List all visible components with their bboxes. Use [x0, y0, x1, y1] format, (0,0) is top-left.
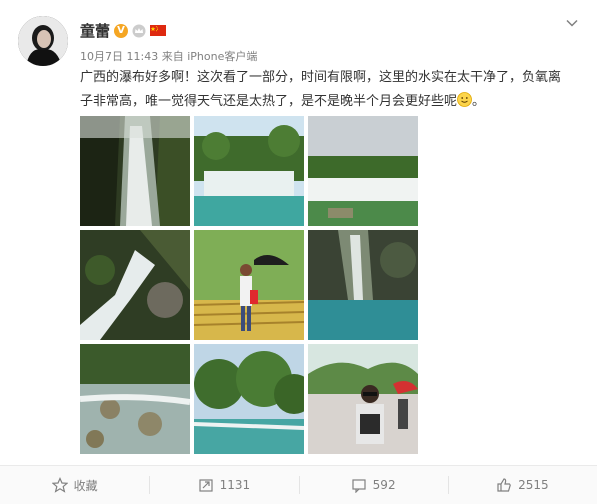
smile-emoji-icon [457, 92, 472, 107]
post-source[interactable]: iPhone客户端 [187, 50, 257, 63]
photo-thumbnail[interactable] [80, 230, 190, 340]
star-icon [51, 477, 68, 493]
comment-count: 592 [372, 478, 396, 492]
author-name[interactable]: 童蕾 [80, 20, 110, 41]
post-body-end: 。 [472, 94, 486, 109]
post-text: 广西的瀑布好多啊！这次看了一部分，时间有限啊，这里的水实在太干净了，负氧离子非常… [80, 66, 570, 114]
like-count: 2515 [518, 478, 549, 492]
repost-icon [198, 479, 213, 492]
photo-thumbnail[interactable] [80, 344, 190, 454]
post-meta: 10月7日 11:43 来自 iPhone客户端 [80, 48, 257, 64]
thumbs-up-icon [497, 478, 511, 492]
photo-thumbnail[interactable] [194, 230, 304, 340]
repost-count: 1131 [219, 478, 251, 492]
comment-button[interactable]: 592 [298, 466, 448, 504]
photo-thumbnail[interactable] [308, 344, 418, 454]
chevron-down-icon[interactable] [565, 16, 579, 30]
photo-thumbnail[interactable] [308, 230, 418, 340]
favorite-label: 收藏 [73, 478, 98, 493]
crown-icon[interactable] [132, 24, 146, 38]
photo-thumbnail[interactable] [194, 116, 304, 226]
post-from-label: 来自 [161, 50, 184, 63]
post-date[interactable]: 10月7日 11:43 [80, 50, 158, 63]
favorite-button[interactable]: 收藏 [0, 466, 149, 504]
photo-thumbnail[interactable] [194, 344, 304, 454]
photo-thumbnail[interactable] [308, 116, 418, 226]
post-body: 广西的瀑布好多啊！这次看了一部分，时间有限啊，这里的水实在太干净了，负氧离子非常… [80, 70, 562, 109]
china-flag-icon[interactable] [150, 25, 167, 36]
avatar[interactable] [18, 16, 68, 66]
repost-button[interactable]: 1131 [149, 466, 298, 504]
author-header: 童蕾 V [80, 20, 167, 41]
like-button[interactable]: 2515 [447, 466, 597, 504]
weibo-post-card: 童蕾 V 10月7日 11:43 来自 iPhone客户端 广西的瀑布好多啊！这… [0, 0, 597, 504]
photo-thumbnail[interactable] [80, 116, 190, 226]
photo-grid [80, 116, 418, 454]
comment-icon [352, 479, 366, 493]
verified-v-icon[interactable]: V [114, 23, 129, 38]
action-bar: 收藏 1131 592 2515 [0, 465, 597, 504]
